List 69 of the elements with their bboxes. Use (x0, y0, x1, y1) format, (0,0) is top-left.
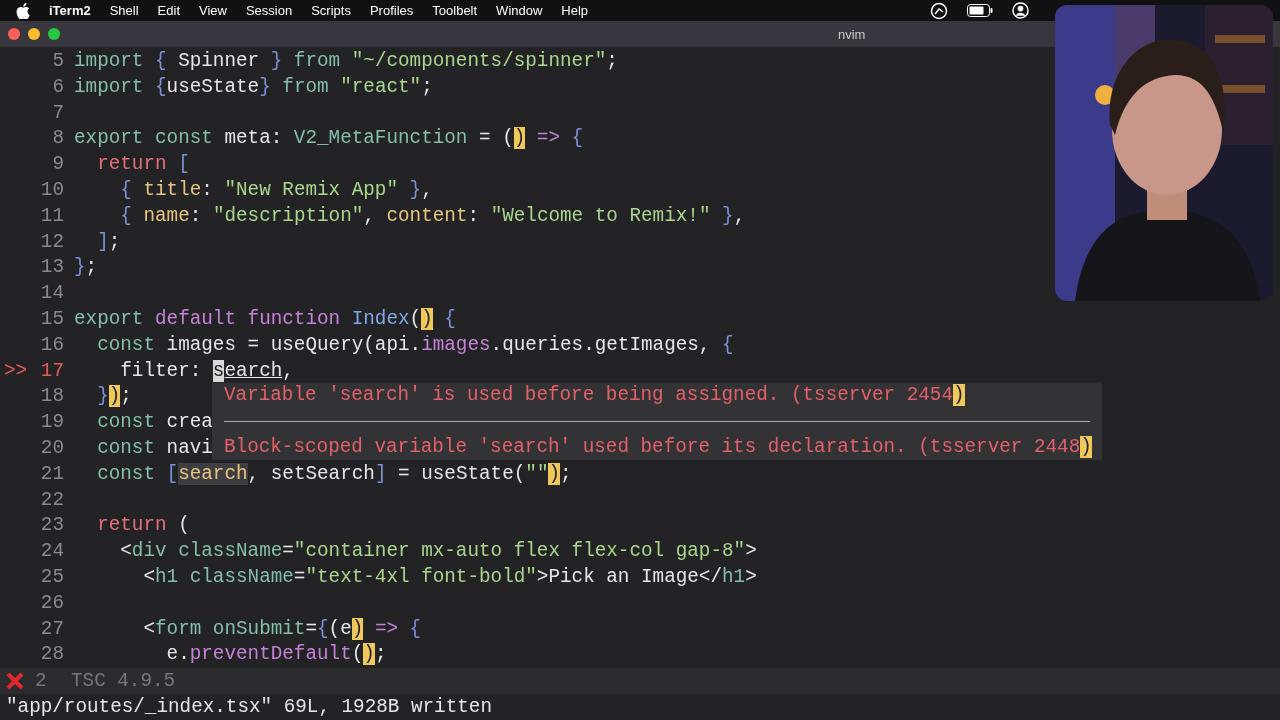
code-line: import { Spinner } from "~/components/spinner"; (74, 49, 618, 74)
diagnostic-message: Block-scoped variable 'search' used before its declaration. (tsserver 2448) (224, 434, 1093, 460)
diagnostic-message: Variable 'search' is used before being assigned. (tsserver 2454) (224, 383, 966, 408)
code-line: }); (96, 384, 132, 410)
window-title: nvim (838, 26, 866, 42)
menu-item[interactable]: Toolbelt (432, 3, 478, 18)
code-line: const crea (96, 410, 213, 436)
code-line: { title: "New Remix App" }, (119, 178, 433, 203)
line-number: 12 (39, 229, 64, 255)
code-line: <div className="container mx-auto flex flex-col gap-8"> (119, 539, 757, 565)
zoom-button[interactable] (48, 28, 60, 40)
code-line: const images = useQuery(api.images.queries.getImages, { (96, 332, 734, 358)
code-line: <form onSubmit={(e) => { (142, 616, 422, 642)
menu-item[interactable]: Session (245, 3, 293, 18)
code-line: e.preventDefault(); (165, 642, 387, 668)
minimize-button[interactable] (28, 28, 40, 40)
line-number: 7 (51, 100, 64, 126)
line-number: 13 (39, 255, 64, 281)
line-number: 22 (39, 487, 64, 513)
menu-item[interactable]: Shell (109, 3, 139, 18)
line-number: 18 (39, 384, 64, 410)
code-line: const [search, setSearch] = useState(""); (96, 461, 572, 487)
line-number: 8 (51, 126, 64, 152)
line-number: 26 (39, 590, 64, 616)
command-line: "app/routes/_index.tsx" 69L, 1928B written (5, 695, 493, 720)
line-number: 15 (39, 306, 64, 332)
error-count: 2 (35, 670, 48, 692)
line-number: 10 (39, 178, 64, 203)
code-line: ]; (96, 229, 121, 255)
status-icon[interactable] (930, 1, 948, 20)
battery-icon[interactable] (967, 4, 993, 17)
code-line: }; (74, 255, 98, 281)
line-number: 23 (39, 513, 64, 539)
menu-item[interactable]: iTerm2 (49, 3, 91, 18)
menu-item[interactable]: Scripts (311, 3, 351, 18)
user-icon[interactable] (1012, 2, 1029, 19)
code-line: return ( (96, 513, 190, 539)
menu-item[interactable]: Profiles (369, 3, 414, 18)
menu-item[interactable]: Window (496, 3, 543, 18)
code-line: const navi (96, 435, 213, 461)
menu-item[interactable]: Edit (157, 3, 180, 18)
line-number: 28 (39, 642, 64, 668)
error-sign: >> (4, 359, 28, 382)
code-line: filter: search, (119, 358, 294, 384)
error-icon (5, 671, 25, 691)
apple-icon[interactable] (16, 2, 30, 19)
line-number: 14 (39, 281, 64, 307)
code-line: export default function Index() { (74, 306, 456, 332)
line-number: 11 (39, 203, 64, 229)
code-line: import {useState} from "react"; (74, 74, 433, 100)
line-number: 17 (39, 358, 64, 384)
code-line: export const meta: V2_MetaFunction = () => { (74, 126, 584, 152)
line-number: 6 (51, 74, 64, 100)
line-number: 16 (39, 332, 64, 358)
code-line: <h1 className="text-4xl font-bold">Pick an Image</h1> (142, 564, 757, 590)
line-number: 9 (51, 152, 64, 178)
menu-item[interactable]: Help (561, 3, 589, 18)
line-number: 5 (51, 49, 64, 74)
line-number: 24 (39, 539, 64, 565)
line-number: 25 (39, 564, 64, 590)
code-line: return [ (96, 152, 190, 178)
close-button[interactable] (8, 28, 20, 40)
code-line: { name: "description", content: "Welcome to Remix!" }, (119, 203, 746, 229)
status-text: TSC 4.9.5 (71, 670, 176, 692)
line-number: 27 (39, 616, 64, 642)
line-number: 21 (39, 461, 64, 487)
line-number: 20 (39, 435, 64, 461)
line-number: 19 (39, 410, 64, 436)
menu-item[interactable]: View (199, 3, 227, 18)
